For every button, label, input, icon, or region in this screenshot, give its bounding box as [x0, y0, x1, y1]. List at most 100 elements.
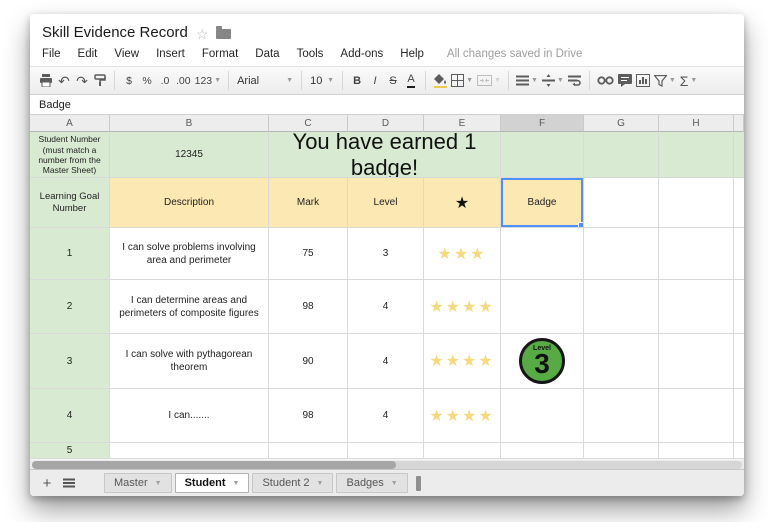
cell-empty[interactable] — [584, 443, 659, 459]
cell-e2-star-header[interactable]: ★ — [424, 178, 501, 228]
cell-empty[interactable] — [584, 334, 659, 389]
undo-button[interactable]: ↶ — [55, 70, 73, 92]
text-wrap-button[interactable] — [566, 70, 584, 92]
cell-empty[interactable] — [659, 334, 734, 389]
formula-bar[interactable]: Badge — [30, 95, 744, 115]
menu-tools[interactable]: Tools — [297, 48, 324, 60]
horizontal-scrollbar[interactable] — [30, 459, 744, 469]
increase-decimals-button[interactable]: .00 — [174, 70, 193, 92]
column-header-h[interactable]: H — [659, 115, 734, 132]
menu-format[interactable]: Format — [202, 48, 238, 60]
sheet-tab-student[interactable]: Student▼ — [175, 473, 250, 493]
cell-goal-number[interactable]: 4 — [30, 389, 110, 443]
menu-data[interactable]: Data — [255, 48, 279, 60]
cell-empty[interactable] — [659, 228, 734, 280]
cell-level[interactable]: 4 — [348, 334, 424, 389]
scrollbar-thumb[interactable] — [32, 461, 396, 469]
cell-d2-level-header[interactable]: Level — [348, 178, 424, 228]
tab-dropdown-icon[interactable]: ▼ — [233, 480, 240, 487]
cell-star-rating[interactable]: ★★★★ — [424, 334, 501, 389]
percent-format-button[interactable]: % — [138, 70, 156, 92]
cell-badge[interactable] — [501, 389, 584, 443]
tab-dropdown-icon[interactable]: ▼ — [391, 480, 398, 487]
cell-h1[interactable] — [659, 132, 734, 178]
menu-addons[interactable]: Add-ons — [340, 48, 383, 60]
functions-button[interactable]: Σ▼ — [678, 70, 700, 92]
insert-link-button[interactable] — [595, 70, 616, 92]
cell-mark[interactable] — [269, 443, 348, 459]
cell-c2-mark-header[interactable]: Mark — [269, 178, 348, 228]
column-header-g[interactable]: G — [584, 115, 659, 132]
borders-button[interactable]: ▼ — [449, 70, 475, 92]
column-header-a[interactable]: A — [30, 115, 110, 132]
font-size-select[interactable]: 10▼ — [307, 70, 337, 92]
cell-b2-description-header[interactable]: Description — [110, 178, 269, 228]
sheet-tab-student-2[interactable]: Student 2▼ — [252, 473, 333, 493]
cell-empty[interactable] — [584, 228, 659, 280]
cell-empty[interactable] — [659, 280, 734, 334]
tab-dropdown-icon[interactable]: ▼ — [317, 480, 324, 487]
font-family-select[interactable]: Arial▼ — [234, 70, 296, 92]
cell-description[interactable]: I can solve with pythagorean theorem — [110, 334, 269, 389]
menu-file[interactable]: File — [42, 48, 61, 60]
italic-button[interactable]: I — [366, 70, 384, 92]
cell-goal-number[interactable]: 1 — [30, 228, 110, 280]
insert-chart-button[interactable] — [634, 70, 652, 92]
document-title[interactable]: Skill Evidence Record — [42, 24, 188, 41]
star-favorite-icon[interactable]: ☆ — [196, 27, 209, 41]
cell-f1[interactable] — [501, 132, 584, 178]
cell-level[interactable] — [348, 443, 424, 459]
strikethrough-button[interactable]: S — [384, 70, 402, 92]
cell-badge[interactable] — [501, 228, 584, 280]
cell-a1-student-number-label[interactable]: Student Number (must match a number from… — [30, 132, 110, 178]
cell-empty[interactable] — [584, 280, 659, 334]
folder-icon[interactable] — [216, 29, 231, 39]
cell-b1-student-number-value[interactable]: 12345 — [110, 132, 269, 178]
cell-star-rating[interactable]: ★★★ — [424, 228, 501, 280]
cell-a2-learning-goal-label[interactable]: Learning Goal Number — [30, 178, 110, 228]
cell-star-rating[interactable] — [424, 443, 501, 459]
currency-format-button[interactable]: $ — [120, 70, 138, 92]
decrease-decimals-button[interactable]: .0 — [156, 70, 174, 92]
cell-goal-number[interactable]: 2 — [30, 280, 110, 334]
cell-mark[interactable]: 98 — [269, 389, 348, 443]
cell-description[interactable] — [110, 443, 269, 459]
bold-button[interactable]: B — [348, 70, 366, 92]
cell-level[interactable]: 3 — [348, 228, 424, 280]
cell-badge[interactable] — [501, 280, 584, 334]
cell-badge[interactable]: Level 3 — [501, 334, 584, 389]
column-header-b[interactable]: B — [110, 115, 269, 132]
cell-mark[interactable]: 98 — [269, 280, 348, 334]
cell-mark[interactable]: 90 — [269, 334, 348, 389]
menu-edit[interactable]: Edit — [78, 48, 98, 60]
column-header-f-selected[interactable]: F — [501, 115, 584, 132]
tab-area-divider[interactable] — [416, 476, 421, 491]
merge-cells-button[interactable]: ▼ — [475, 70, 503, 92]
menu-insert[interactable]: Insert — [156, 48, 185, 60]
cell-empty[interactable] — [584, 389, 659, 443]
cell-description[interactable]: I can solve problems involving area and … — [110, 228, 269, 280]
sheet-tab-master[interactable]: Master▼ — [104, 473, 172, 493]
vertical-align-button[interactable]: ▼ — [540, 70, 566, 92]
cell-mark[interactable]: 75 — [269, 228, 348, 280]
cell-star-rating[interactable]: ★★★★ — [424, 389, 501, 443]
insert-comment-button[interactable] — [616, 70, 634, 92]
add-sheet-button[interactable]: + — [36, 475, 58, 492]
column-header-e[interactable]: E — [424, 115, 501, 132]
cell-g1[interactable] — [584, 132, 659, 178]
cell-h2[interactable] — [659, 178, 734, 228]
paint-format-button[interactable] — [91, 70, 109, 92]
print-button[interactable] — [37, 70, 55, 92]
cell-description[interactable]: I can determine areas and perimeters of … — [110, 280, 269, 334]
cell-badge[interactable] — [501, 443, 584, 459]
cell-goal-number[interactable]: 5 — [30, 443, 110, 459]
more-formats-button[interactable]: 123▼ — [193, 70, 223, 92]
cell-empty[interactable] — [659, 443, 734, 459]
redo-button[interactable]: ↷ — [73, 70, 91, 92]
cell-c1-badge-banner[interactable]: You have earned 1 badge! — [269, 132, 501, 178]
cell-level[interactable]: 4 — [348, 280, 424, 334]
cell-f2-badge-header-selected[interactable]: Badge — [501, 178, 584, 228]
menu-view[interactable]: View — [114, 48, 139, 60]
menu-help[interactable]: Help — [400, 48, 424, 60]
column-header-d[interactable]: D — [348, 115, 424, 132]
